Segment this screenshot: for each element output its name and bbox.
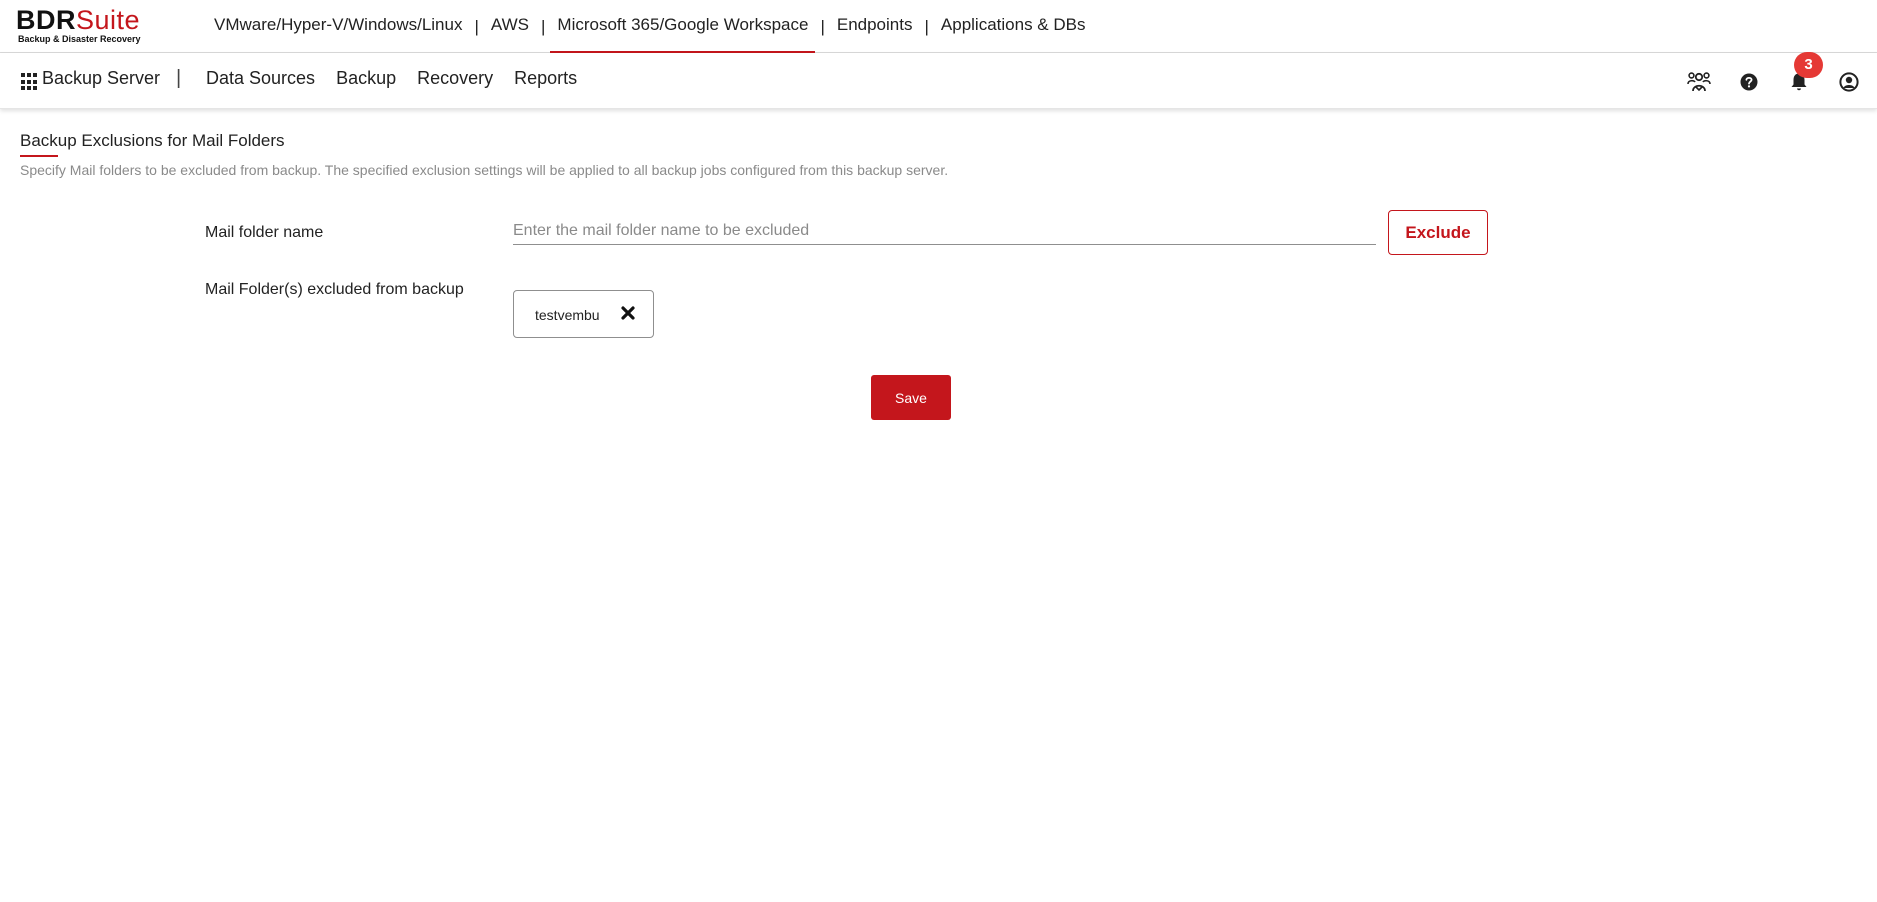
logo-subtitle: Backup & Disaster Recovery <box>18 34 141 44</box>
nav-links: Data Sources Backup Recovery Reports <box>206 68 598 89</box>
product-tab-microsoft-365[interactable]: Microsoft 365/Google Workspace <box>550 0 816 53</box>
mail-folder-name-label: Mail folder name <box>205 224 324 241</box>
save-button[interactable]: Save <box>871 375 951 420</box>
excluded-folder-name: testvembu <box>535 307 600 323</box>
product-tab-vmware[interactable]: VMware/Hyper-V/Windows/Linux <box>207 0 469 53</box>
product-tab-endpoints[interactable]: Endpoints <box>830 0 920 53</box>
product-separator: | <box>924 16 929 36</box>
help-icon[interactable] <box>1737 70 1761 94</box>
excluded-folder-chip: testvembu <box>513 290 654 338</box>
top-bar: BDRSuite Backup & Disaster Recovery VMwa… <box>0 0 1877 53</box>
product-separator: | <box>540 16 546 36</box>
nav-link-recovery[interactable]: Recovery <box>417 68 493 89</box>
mail-folder-name-input[interactable] <box>513 217 1376 245</box>
user-account-icon[interactable] <box>1837 70 1861 94</box>
nav-link-backup[interactable]: Backup <box>336 68 396 89</box>
bdrsuite-logo[interactable]: BDRSuite Backup & Disaster Recovery <box>16 6 141 44</box>
page-title: Backup Exclusions for Mail Folders <box>20 131 285 150</box>
notification-badge[interactable]: 3 <box>1794 52 1823 78</box>
product-tab-applications-dbs[interactable]: Applications & DBs <box>934 0 1093 53</box>
users-icon[interactable] <box>1687 70 1711 94</box>
apps-grid-icon[interactable] <box>21 73 39 91</box>
nav-link-data-sources[interactable]: Data Sources <box>206 68 315 89</box>
product-tabs: VMware/Hyper-V/Windows/Linux | AWS | Mic… <box>207 0 1092 53</box>
close-icon[interactable] <box>619 304 637 322</box>
nav-divider: | <box>176 67 182 89</box>
title-underline <box>20 155 58 157</box>
page-description: Specify Mail folders to be excluded from… <box>20 162 949 178</box>
exclude-button[interactable]: Exclude <box>1388 210 1488 255</box>
excluded-folders-label: Mail Folder(s) excluded from backup <box>205 281 464 298</box>
backup-server-label[interactable]: Backup Server <box>42 68 160 89</box>
product-tab-aws[interactable]: AWS <box>484 0 536 53</box>
sub-navigation: Backup Server | Data Sources Backup Reco… <box>0 53 1877 109</box>
nav-link-reports[interactable]: Reports <box>514 68 577 89</box>
logo-text: BDRSuite <box>16 5 141 35</box>
product-separator: | <box>820 16 825 36</box>
product-separator: | <box>474 16 479 36</box>
